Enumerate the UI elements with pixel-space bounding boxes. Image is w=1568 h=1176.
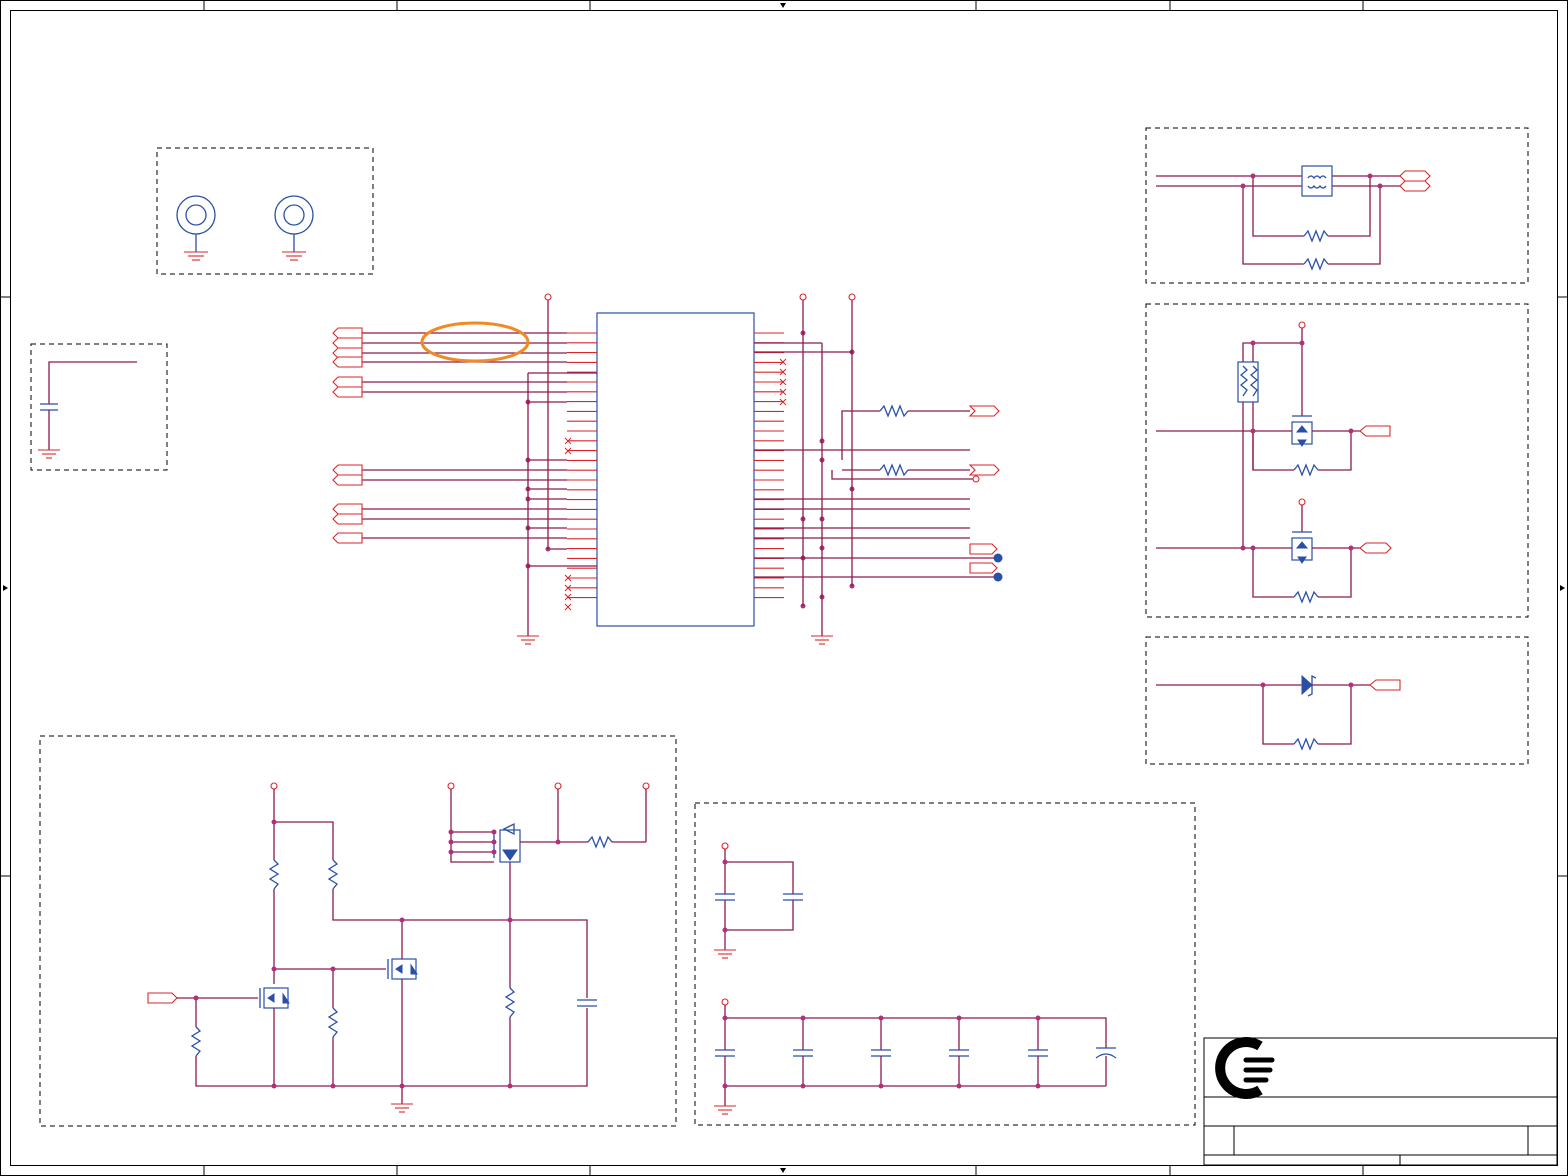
net-port [332, 337, 363, 349]
junction-dot [399, 917, 405, 923]
junction-dot [956, 1015, 962, 1021]
junction-dot [271, 1083, 277, 1089]
junction-dot [491, 849, 497, 855]
junction-dot [878, 1015, 884, 1021]
junction-dot [399, 1083, 405, 1089]
reverse-diode-block [1145, 636, 1529, 765]
net-port [332, 503, 363, 515]
net-port [332, 464, 363, 476]
mosfet-1 [1291, 415, 1313, 447]
schematic-sheet [0, 0, 1568, 1176]
junction-dot [722, 859, 728, 865]
junction-dot [507, 917, 513, 923]
bulk-capacitors-block [694, 802, 1196, 1126]
net-port [332, 474, 363, 486]
net-port [332, 356, 363, 368]
junction-dot [878, 1083, 884, 1089]
zone-arrow [1560, 585, 1565, 591]
junction-dot [722, 927, 728, 933]
mounting-hole-1 [176, 195, 216, 261]
junction-dot [448, 829, 454, 835]
junction-dot [722, 1083, 728, 1089]
no-connect-marker [564, 593, 572, 601]
junction-dot [448, 839, 454, 845]
junction-dot [800, 1015, 806, 1021]
zone-arrow [780, 1168, 786, 1173]
mosfet-2 [1291, 531, 1313, 564]
junction-dot [507, 1083, 513, 1089]
junction-dot [491, 839, 497, 845]
junction-dot [956, 1083, 962, 1089]
junction-dot [1035, 1083, 1041, 1089]
zone-arrow [3, 585, 8, 591]
level-shifter-block [1145, 303, 1529, 618]
junction-dot [555, 839, 561, 845]
mosfet-q2 [387, 958, 418, 980]
title-block [1203, 1037, 1558, 1166]
junction-dot [271, 966, 277, 972]
junction-dot [330, 966, 336, 972]
junction-dot [800, 1083, 806, 1089]
diode-icon [1301, 674, 1313, 696]
mounting-hole-2 [274, 195, 314, 261]
main-connector-block [332, 293, 1003, 645]
mosfet-q1 [259, 987, 290, 1009]
net-port [332, 327, 363, 339]
mounting-holes-block [156, 147, 374, 275]
junction-dot [271, 819, 277, 825]
common-mode-choke-icon [1301, 165, 1333, 197]
zone-arrow [780, 3, 786, 8]
net-port [332, 532, 363, 544]
mosfet-q3 [493, 822, 521, 863]
junction-dot [1035, 1015, 1041, 1021]
junction-dot [491, 829, 497, 835]
junction-dot [193, 995, 199, 1001]
net-port [332, 513, 363, 525]
decoupling-left-block [30, 343, 168, 471]
junction-dot [448, 849, 454, 855]
highlight-annotation [420, 321, 530, 363]
company-logo [1215, 1037, 1275, 1099]
power-switch-block [39, 735, 677, 1127]
connector-body [596, 312, 755, 627]
junction-dot [330, 1083, 336, 1089]
esd-filter-block [1145, 127, 1529, 284]
junction-dot [722, 1015, 728, 1021]
net-port [332, 386, 363, 398]
no-connect-marker [564, 603, 572, 611]
net-port [332, 376, 363, 388]
